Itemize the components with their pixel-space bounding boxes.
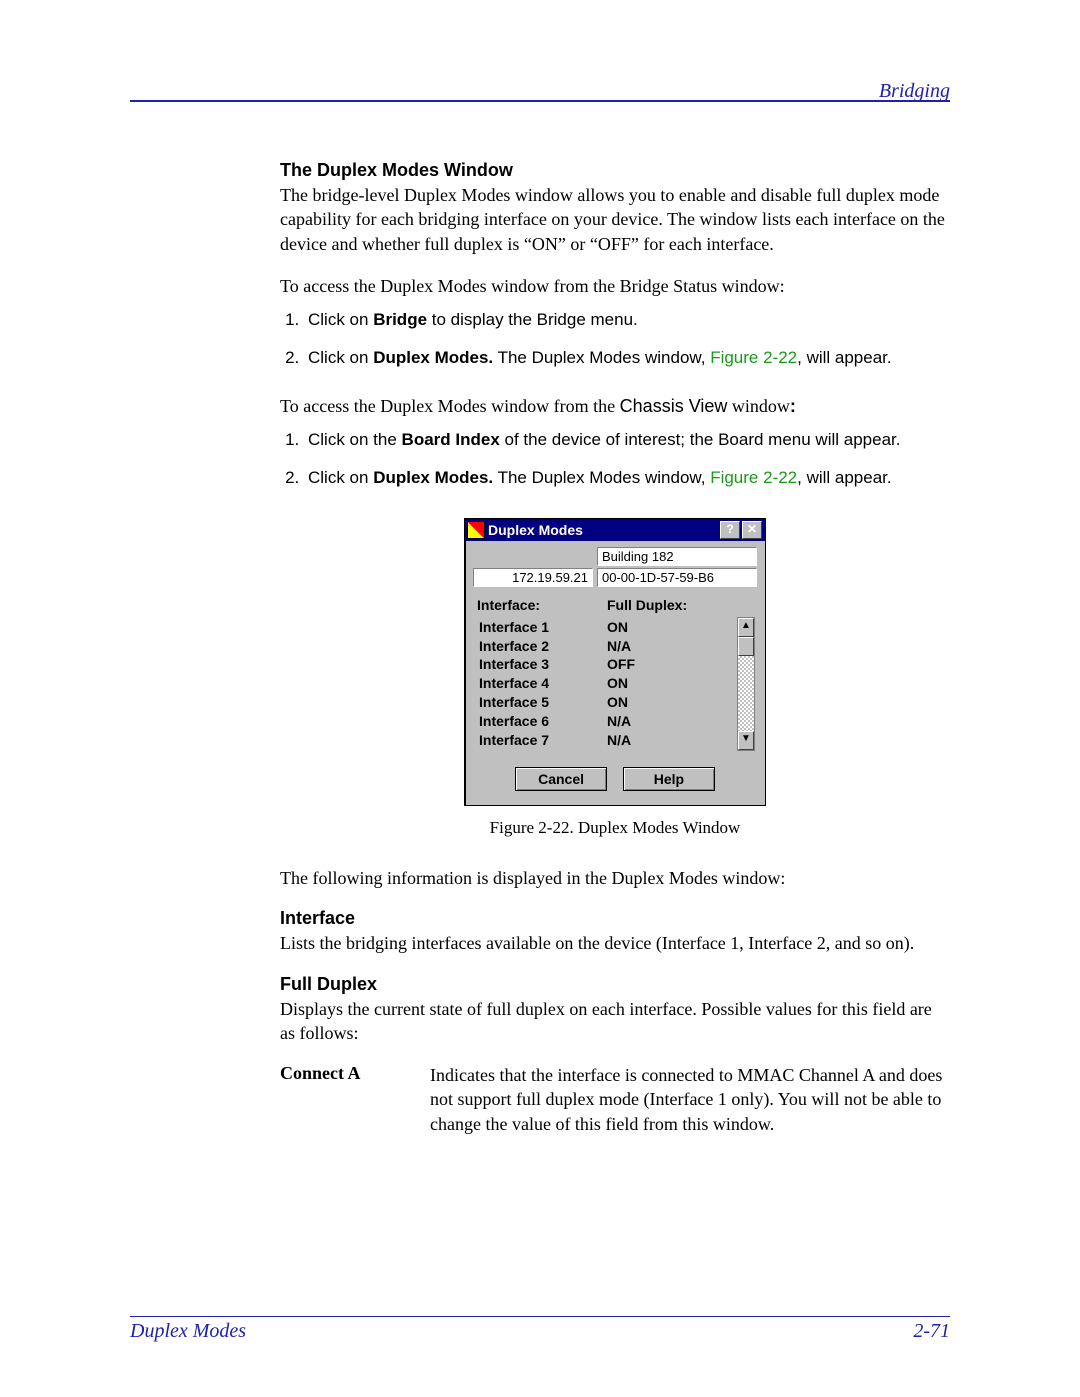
footer-left: Duplex Modes [130,1320,246,1343]
def-connect-a: Indicates that the interface is connecte… [430,1063,950,1136]
chassis-view-label: Chassis View [620,396,728,416]
list-item[interactable]: Interface 7N/A [479,731,733,750]
device-mac-field: 00-00-1D-57-59-B6 [597,568,757,587]
figure-link[interactable]: Figure 2-22 [710,468,797,487]
cancel-button[interactable]: Cancel [515,767,607,791]
footer-right: 2-71 [913,1320,950,1343]
post-figure-intro: The following information is displayed i… [280,866,950,890]
step-item: Click on the Board Index of the device o… [304,428,950,452]
term-connect-a: Connect A [280,1063,430,1136]
interface-name: Interface 4 [479,674,607,693]
scroll-up-icon[interactable]: ▲ [738,618,754,637]
list-item[interactable]: Interface 5ON [479,693,733,712]
text: To access the Duplex Modes window from t… [280,396,620,416]
step-item: Click on Bridge to display the Bridge me… [304,308,950,332]
figure-caption: Figure 2-22. Duplex Modes Window [280,818,950,838]
dialog-titlebar[interactable]: Duplex Modes ? ✕ [465,519,765,541]
scroll-down-icon[interactable]: ▼ [738,731,754,750]
fullduplex-value: ON [607,693,628,712]
interface-name: Interface 1 [479,618,607,637]
interface-heading: Interface [280,908,950,929]
empty-cell [473,547,593,566]
list-item[interactable]: Interface 4ON [479,674,733,693]
fullduplex-heading: Full Duplex [280,974,950,995]
device-name-field: Building 182 [597,547,757,566]
figure-link[interactable]: Figure 2-22 [710,348,797,367]
colon: : [790,396,796,416]
dialog-title: Duplex Modes [488,522,718,538]
access-chassis-view: To access the Duplex Modes window from t… [280,394,950,418]
fullduplex-value: OFF [607,655,635,674]
interface-name: Interface 2 [479,637,607,656]
fullduplex-value: N/A [607,712,631,731]
section-heading: The Duplex Modes Window [280,160,950,181]
interface-name: Interface 3 [479,655,607,674]
steps-list-1: Click on Bridge to display the Bridge me… [280,308,950,370]
step-item: Click on Duplex Modes. The Duplex Modes … [304,466,950,490]
scrollbar[interactable]: ▲ ▼ [737,617,755,751]
fullduplex-value: N/A [607,637,631,656]
column-header-interface: Interface: [477,597,607,613]
header-rule [130,100,950,102]
list-item[interactable]: Interface 3OFF [479,655,733,674]
list-item[interactable]: Interface 1ON [479,618,733,637]
fullduplex-description: Displays the current state of full duple… [280,997,950,1046]
close-icon[interactable]: ✕ [742,521,762,539]
list-item[interactable]: Interface 6N/A [479,712,733,731]
interface-list[interactable]: Interface 1ONInterface 2N/AInterface 3OF… [475,617,737,751]
footer-rule [130,1316,950,1317]
steps-list-2: Click on the Board Index of the device o… [280,428,950,490]
section-intro: The bridge-level Duplex Modes window all… [280,183,950,256]
text: window [727,396,790,416]
duplex-modes-dialog: Duplex Modes ? ✕ Building 182 172.19.59.… [464,518,766,806]
help-button[interactable]: Help [623,767,715,791]
fullduplex-value: ON [607,618,628,637]
scroll-thumb[interactable] [738,637,754,656]
fullduplex-value: N/A [607,731,631,750]
interface-name: Interface 6 [479,712,607,731]
interface-name: Interface 5 [479,693,607,712]
step-item: Click on Duplex Modes. The Duplex Modes … [304,346,950,370]
help-icon[interactable]: ? [720,521,740,539]
fullduplex-value: ON [607,674,628,693]
column-header-fullduplex: Full Duplex: [607,597,687,613]
scroll-track[interactable] [738,656,754,731]
device-ip-field: 172.19.59.21 [473,568,593,587]
interface-description: Lists the bridging interfaces available … [280,931,950,955]
list-item[interactable]: Interface 2N/A [479,637,733,656]
app-icon [468,522,484,538]
access-bridge-status: To access the Duplex Modes window from t… [280,274,950,298]
interface-name: Interface 7 [479,731,607,750]
